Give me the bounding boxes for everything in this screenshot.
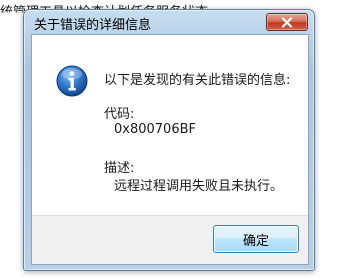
info-icon — [56, 65, 88, 97]
code-label: 代码: — [104, 107, 135, 122]
message-heading: 以下是发现的有关此错误的信息: — [104, 73, 291, 88]
close-icon — [281, 16, 293, 28]
dialog-content: 以下是发现的有关此错误的信息: 代码: 0x800706BF 描述: 远程过程调… — [31, 34, 309, 265]
ok-button[interactable]: 确定 — [213, 225, 299, 253]
error-details-dialog: 关于错误的详细信息 以下是发现的有关此错误的信息: 代码: 0x800706BF… — [23, 9, 315, 271]
description-value: 远程过程调用失败且未执行。 — [114, 179, 284, 194]
dialog-title: 关于错误的详细信息 — [34, 18, 152, 33]
description-label: 描述: — [104, 161, 135, 176]
dialog-footer: 确定 — [32, 215, 308, 264]
close-button[interactable] — [266, 13, 308, 31]
code-value: 0x800706BF — [114, 122, 196, 137]
